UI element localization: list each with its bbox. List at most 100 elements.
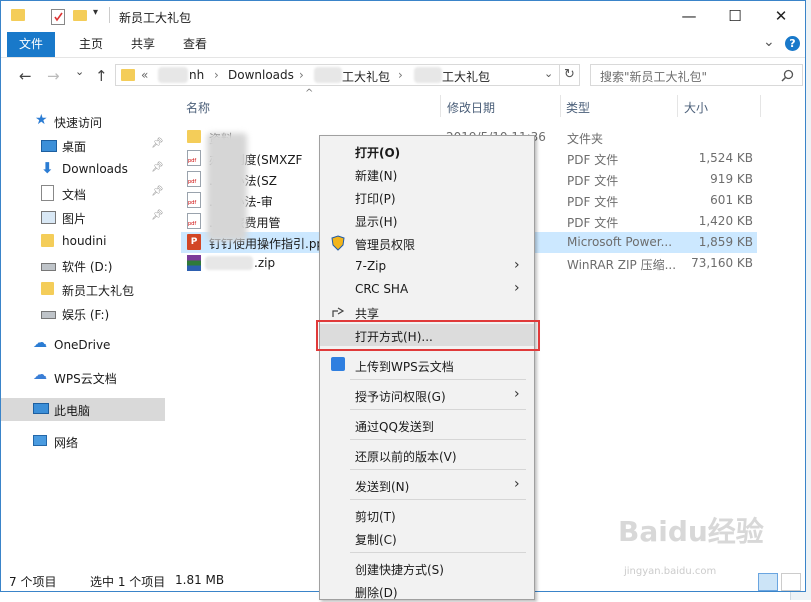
tab-view[interactable]: 查看 [173, 32, 217, 57]
minimize-button[interactable]: — [666, 1, 712, 31]
sidebar-item-onedrive[interactable]: ☁ OneDrive [1, 334, 165, 357]
sidebar-item-drive-f[interactable]: 娱乐 (F:) [1, 302, 165, 325]
file-type: WinRAR ZIP 压缩... [567, 258, 677, 272]
menu-item-label: 打印(P) [355, 192, 396, 206]
file-size: 73,160 KB [691, 256, 753, 270]
menu-item-crc-sha[interactable]: CRC SHA › [320, 278, 534, 300]
menu-item-upload-wps[interactable]: 上传到WPS云文档 [320, 354, 534, 376]
breadcrumb-overflow[interactable]: « [141, 68, 148, 82]
navigation-pane: ★ 快速访问 桌面 📌︎ ⬇ Downloads 📌︎ 文档 📌︎ 图片 📌︎ … [1, 91, 169, 571]
details-view-icon[interactable] [758, 573, 778, 591]
sidebar-item-houdini[interactable]: houdini [1, 230, 165, 253]
ribbon-expand-icon[interactable]: ⌄ [763, 34, 775, 50]
file-size: 1,859 KB [698, 235, 753, 249]
menu-item-print[interactable]: 打印(P) [320, 186, 534, 208]
sidebar-item-label: 娱乐 (F:) [62, 308, 110, 322]
pdf-icon [187, 192, 201, 208]
watermark-logo: Baidu经验 [618, 515, 764, 548]
menu-item-new[interactable]: 新建(N) [320, 163, 534, 185]
pin-icon[interactable]: 📌︎ [151, 210, 164, 221]
sidebar-item-quick-access[interactable]: ★ 快速访问 [1, 110, 165, 133]
breadcrumb-downloads[interactable]: Downloads [228, 68, 294, 82]
maximize-button[interactable]: ☐ [712, 1, 758, 31]
picture-icon [41, 211, 56, 224]
sidebar-item-label: houdini [62, 234, 107, 248]
watermark-url: jingyan.baidu.com [624, 566, 717, 577]
sidebar-item-new-employee-pack[interactable]: 新员工大礼包 [1, 278, 165, 301]
menu-item-label: 发送到(N) [355, 480, 410, 494]
close-button[interactable]: ✕ [758, 1, 804, 31]
tab-share[interactable]: 共享 [121, 32, 165, 57]
new-folder-icon[interactable] [73, 10, 87, 21]
pdf-icon [187, 171, 201, 187]
pin-icon[interactable]: 📌︎ [151, 186, 164, 197]
address-dropdown-icon[interactable]: ⌄ [544, 67, 553, 80]
up-button[interactable]: ↑ [95, 67, 108, 85]
help-icon[interactable]: ? [785, 36, 800, 51]
submenu-arrow-icon: › [514, 280, 520, 296]
breadcrumb-item[interactable]: 工大礼包 [342, 68, 390, 85]
column-header-name[interactable]: 名称 [186, 99, 210, 116]
recent-locations-icon[interactable]: ⌄ [75, 65, 84, 78]
submenu-arrow-icon: › [514, 476, 520, 492]
sidebar-item-label: 网络 [54, 436, 79, 450]
file-type: PDF 文件 [567, 216, 619, 230]
sidebar-item-downloads[interactable]: ⬇ Downloads 📌︎ [1, 158, 165, 181]
forward-button[interactable]: → [47, 67, 60, 85]
ppt-icon: P [187, 234, 201, 250]
menu-item-send-qq[interactable]: 通过QQ发送到 [320, 414, 534, 436]
drive-icon [41, 263, 56, 271]
properties-icon[interactable] [51, 9, 65, 25]
menu-item-show[interactable]: 显示(H) [320, 209, 534, 231]
file-size: 919 KB [710, 172, 753, 186]
menu-item-open[interactable]: 打开(O) [320, 140, 534, 162]
pdf-icon [187, 150, 201, 166]
column-header-size[interactable]: 大小 [684, 99, 708, 116]
breadcrumb-separator[interactable]: › [398, 68, 403, 82]
search-input[interactable]: 搜索"新员工大礼包" [590, 64, 803, 86]
breadcrumb-separator[interactable]: › [299, 68, 304, 82]
breadcrumb-current[interactable]: 工大礼包 [442, 68, 490, 85]
zip-icon [187, 255, 201, 271]
menu-item-label: 剪切(T) [355, 510, 396, 524]
file-size: 1,420 KB [698, 214, 753, 228]
tab-home[interactable]: 主页 [69, 32, 113, 57]
address-bar[interactable]: « nh › Downloads › 工大礼包 › 工大礼包 ⌄ [115, 64, 560, 86]
menu-item-restore-versions[interactable]: 还原以前的版本(V) [320, 444, 534, 466]
large-icons-view-icon[interactable] [781, 573, 801, 591]
back-button[interactable]: ← [19, 67, 32, 85]
menu-item-label: CRC SHA [355, 282, 409, 296]
sidebar-item-network[interactable]: 网络 [1, 430, 165, 453]
pdf-icon [187, 213, 201, 229]
column-header-date[interactable]: 修改日期 [447, 99, 495, 116]
menu-item-label: 打开(O) [355, 146, 401, 160]
menu-item-send-to[interactable]: 发送到(N) › [320, 474, 534, 496]
menu-item-admin[interactable]: 管理员权限 [320, 232, 534, 254]
sidebar-item-wps-cloud[interactable]: ☁ WPS云文档 [1, 366, 165, 389]
menu-item-7zip[interactable]: 7-Zip › [320, 255, 534, 277]
pin-icon[interactable]: 📌︎ [151, 138, 164, 149]
pin-icon[interactable]: 📌︎ [151, 162, 164, 173]
sidebar-item-desktop[interactable]: 桌面 📌︎ [1, 134, 165, 157]
sidebar-item-drive-d[interactable]: 软件 (D:) [1, 254, 165, 277]
annotation-highlight-box [316, 320, 540, 351]
menu-item-cut[interactable]: 剪切(T) [320, 504, 534, 526]
sidebar-item-pictures[interactable]: 图片 📌︎ [1, 206, 165, 229]
shield-icon [331, 235, 345, 251]
menu-item-delete[interactable]: 删除(D) [320, 580, 534, 602]
column-header-type[interactable]: 类型 [566, 99, 590, 116]
menu-item-copy[interactable]: 复制(C) [320, 527, 534, 549]
menu-item-create-shortcut[interactable]: 创建快捷方式(S) [320, 557, 534, 579]
refresh-button[interactable]: ↻ [560, 64, 580, 86]
sidebar-item-this-pc[interactable]: 此电脑 [1, 398, 165, 421]
sidebar-item-documents[interactable]: 文档 📌︎ [1, 182, 165, 205]
tab-file[interactable]: 文件 [7, 32, 56, 57]
share-icon [332, 307, 345, 317]
breadcrumb-separator[interactable]: › [214, 68, 219, 82]
quick-access-dropdown-icon[interactable]: ▾ [93, 7, 107, 21]
file-name: .zip [254, 256, 276, 270]
document-icon [41, 185, 54, 201]
menu-item-grant-access[interactable]: 授予访问权限(G) › [320, 384, 534, 406]
sidebar-item-label: 此电脑 [54, 404, 91, 418]
breadcrumb-item[interactable]: nh [189, 68, 204, 82]
